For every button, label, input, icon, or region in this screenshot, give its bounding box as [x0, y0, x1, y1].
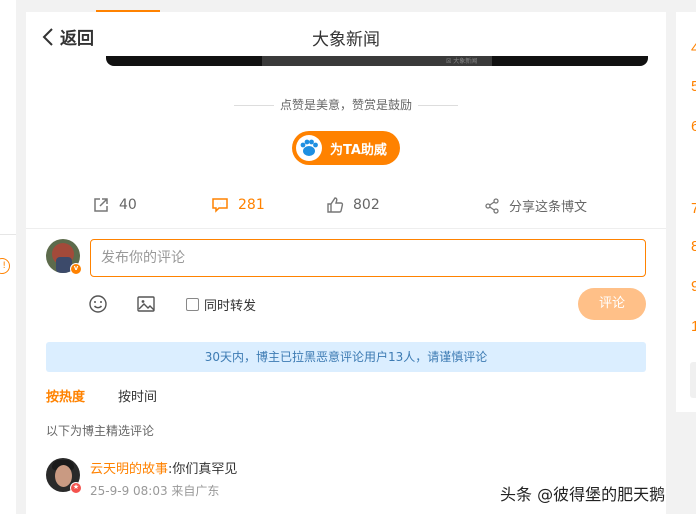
rank-number: 9	[691, 278, 696, 295]
rank-number: 6	[691, 118, 696, 135]
tab-time[interactable]: 按时间	[118, 386, 157, 405]
post-detail-card: 大象新闻 返回 ☒ 大象新闻 点赞是美意，赞赏是鼓励 为TA助威 40 281 …	[26, 12, 666, 514]
comment-item: 云天明的故事:你们真罕见	[90, 458, 237, 477]
comment-button[interactable]: 281	[211, 196, 265, 214]
rank-number: 7	[691, 200, 696, 217]
rank-number: 4	[691, 40, 696, 57]
boost-button[interactable]: 为TA助威	[292, 131, 400, 165]
like-icon	[327, 197, 344, 213]
also-repost-checkbox[interactable]: 同时转发	[186, 295, 256, 314]
comment-username[interactable]: 云天明的故事	[90, 462, 168, 477]
repost-icon	[94, 198, 108, 212]
share-button[interactable]: 分享这条博文	[484, 196, 587, 215]
boost-label: 为TA助威	[330, 142, 387, 158]
section-divider	[26, 228, 666, 229]
post-actions: 40 281 802 分享这条博文	[26, 196, 666, 220]
paw-icon	[296, 135, 322, 161]
reward-tagline: 点赞是美意，赞赏是鼓励	[26, 96, 666, 113]
comment-meta: 25-9-9 08:03 来自广东	[90, 484, 220, 498]
comment-input[interactable]: 发布你的评论	[90, 239, 646, 277]
divider-line	[418, 105, 458, 106]
repost-button[interactable]: 40	[92, 196, 137, 214]
share-label: 分享这条博文	[509, 200, 588, 215]
back-button[interactable]: 返回	[42, 24, 94, 49]
rank-number: 1	[691, 318, 696, 335]
chevron-left-icon	[42, 27, 53, 46]
like-button[interactable]: 802	[326, 196, 380, 214]
page-title: 大象新闻	[312, 30, 380, 50]
rank-number: 8	[691, 238, 696, 255]
comment-count: 281	[238, 197, 265, 213]
verified-badge-icon: v	[70, 263, 82, 275]
comment-input-placeholder: 发布你的评论	[101, 250, 185, 266]
video-watermark: ☒ 大象新闻	[446, 58, 478, 65]
member-badge-icon: ★	[70, 482, 82, 494]
back-label: 返回	[60, 29, 94, 49]
image-icon	[137, 296, 155, 312]
curated-note: 以下为博主精选评论	[46, 424, 155, 438]
right-panel-item[interactable]	[690, 362, 696, 398]
reward-tagline-text: 点赞是美意，赞赏是鼓励	[279, 98, 412, 112]
repost-count: 40	[119, 197, 137, 213]
submit-comment-button[interactable]: 评论	[578, 288, 646, 320]
checkbox-box[interactable]	[186, 298, 199, 311]
emoji-button[interactable]	[88, 294, 108, 318]
right-ranking-panel: 4 5 6 7 8 9 1	[676, 12, 696, 412]
like-count: 802	[353, 197, 380, 213]
tab-hot[interactable]: 按热度	[46, 386, 85, 405]
rank-number: 5	[691, 78, 696, 95]
left-divider	[0, 234, 16, 235]
also-repost-label: 同时转发	[204, 299, 257, 314]
emoji-icon	[89, 295, 107, 313]
comment-text: :你们真罕见	[168, 462, 238, 477]
left-edge-badge-icon: !	[0, 258, 10, 274]
divider-line	[233, 105, 274, 106]
video-player[interactable]: ☒ 大象新闻	[106, 56, 648, 66]
comment-icon	[212, 198, 228, 213]
avatar-art	[55, 465, 72, 487]
source-watermark: 头条 @彼得堡的肥天鹅	[500, 485, 666, 504]
left-sidebar-edge: !	[0, 0, 16, 514]
blacklist-notice: 30天内，博主已拉黑恶意评论用户13人，请谨慎评论	[46, 342, 646, 372]
image-button[interactable]	[136, 294, 156, 318]
detail-header: 大象新闻 返回	[26, 12, 666, 60]
share-icon	[485, 197, 499, 214]
